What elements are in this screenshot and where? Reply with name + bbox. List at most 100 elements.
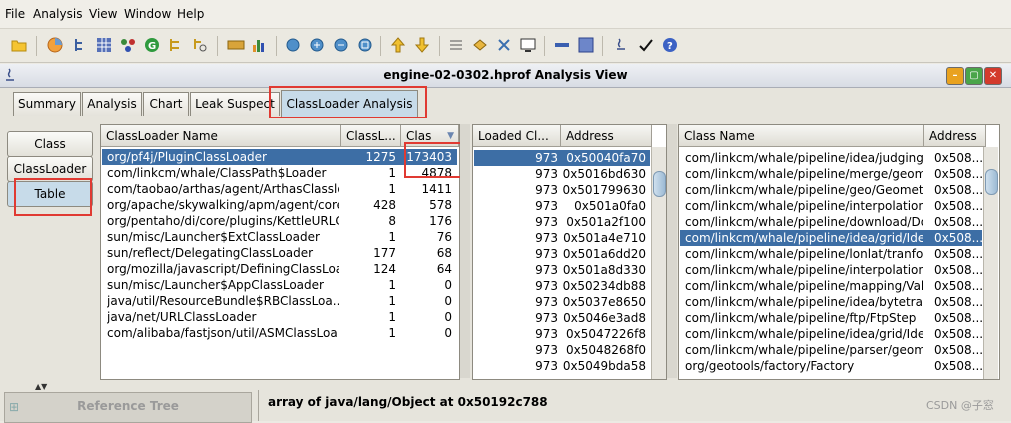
- zoom-fit-icon[interactable]: [356, 36, 374, 54]
- table-row[interactable]: com/linkcm/whale/pipeline/merge/geom/...…: [680, 166, 982, 182]
- table-row[interactable]: com/linkcm/whale/pipeline/mapping/Val...…: [680, 278, 982, 294]
- table-row[interactable]: 973 0x50234db88: [474, 278, 650, 294]
- table-cell: 0x501a8d330: [562, 263, 646, 277]
- hierarchy-icon[interactable]: [167, 36, 185, 54]
- table-row[interactable]: org/apache/skywalking/apm/agent/core/...…: [102, 197, 457, 213]
- zoom-in-icon[interactable]: [308, 36, 326, 54]
- table-row[interactable]: com/alibaba/fastjson/util/ASMClassLoa...…: [102, 325, 457, 341]
- table-row[interactable]: com/linkcm/whale/pipeline/download/Do...…: [680, 214, 982, 230]
- table-row[interactable]: 973 0x501a4e710: [474, 230, 650, 246]
- splitter[interactable]: [667, 124, 677, 378]
- table-row[interactable]: com/linkcm/whale/pipeline/idea/grid/Idea…: [680, 230, 982, 246]
- table-row[interactable]: com/linkcm/whale/pipeline/idea/bytetran/…: [680, 294, 982, 310]
- table-row[interactable]: com/taobao/arthas/agent/ArthasClasslo...…: [102, 181, 457, 197]
- tab-summary[interactable]: Summary: [13, 92, 81, 116]
- list-icon[interactable]: [447, 36, 465, 54]
- help-icon[interactable]: ?: [661, 36, 679, 54]
- grid-icon[interactable]: [95, 36, 113, 54]
- gc-icon[interactable]: G: [143, 36, 161, 54]
- menu-window[interactable]: Window: [124, 7, 171, 21]
- column-header[interactable]: Loaded Cl...: [473, 125, 561, 147]
- check-icon[interactable]: [637, 36, 655, 54]
- table-cell: 973: [535, 295, 558, 309]
- maximize-icon[interactable]: ▢: [965, 67, 983, 85]
- table-row[interactable]: com/linkcm/whale/pipeline/interpolationn…: [680, 262, 982, 278]
- table-row[interactable]: com/linkcm/whale/pipeline/idea/judgingc.…: [680, 150, 982, 166]
- zoom-icon[interactable]: [284, 36, 302, 54]
- table-cell: 76: [436, 230, 452, 244]
- splitter-arrows-icon[interactable]: ▲▼: [35, 382, 47, 391]
- table-row[interactable]: sun/misc/Launcher$ExtClassLoader 1 76: [102, 229, 457, 245]
- table-row[interactable]: com/linkcm/whale/pipeline/idea/grid/Idea…: [680, 326, 982, 342]
- menu-view[interactable]: View: [89, 7, 117, 21]
- link-icon[interactable]: [495, 36, 513, 54]
- class-button[interactable]: Class: [7, 131, 93, 157]
- zoom-out-icon[interactable]: [332, 36, 350, 54]
- table-cell: 1275: [365, 150, 396, 164]
- tab-analysis[interactable]: Analysis: [82, 92, 142, 116]
- tab-chart[interactable]: Chart: [143, 92, 189, 116]
- table-row[interactable]: 973 0x501a2f100: [474, 214, 650, 230]
- scroll-thumb[interactable]: [653, 171, 666, 197]
- table-row[interactable]: 973 0x5016bd630: [474, 166, 650, 182]
- table-row[interactable]: org/mozilla/javascript/DefiningClassLoa.…: [102, 261, 457, 277]
- table-row[interactable]: java/util/ResourceBundle$RBClassLoa... 1 0: [102, 293, 457, 309]
- minimize-icon[interactable]: –: [946, 67, 964, 85]
- splitter[interactable]: [460, 124, 470, 378]
- table-cell: 973: [535, 247, 558, 261]
- table-row[interactable]: com/linkcm/whale/pipeline/interpolation/…: [680, 198, 982, 214]
- table-row[interactable]: com/linkcm/whale/pipeline/ftp/FtpStep 0x5…: [680, 310, 982, 326]
- graph-icon[interactable]: [119, 36, 137, 54]
- table-row[interactable]: 973 0x501a6dd20: [474, 246, 650, 262]
- hierarchy-find-icon[interactable]: [191, 36, 209, 54]
- arrow-up-icon[interactable]: [389, 36, 407, 54]
- table-row[interactable]: com/linkcm/whale/pipeline/parser/geom/..…: [680, 342, 982, 358]
- separator-icon[interactable]: [553, 36, 571, 54]
- pie-icon[interactable]: [46, 36, 64, 54]
- column-header[interactable]: ClassLoader Name: [101, 125, 341, 147]
- memory-icon[interactable]: [227, 36, 245, 54]
- table-row[interactable]: org/geotools/factory/Factory 0x508...: [680, 358, 982, 374]
- table-row[interactable]: 973 0x5047226f8: [474, 326, 650, 342]
- column-header[interactable]: Address: [561, 125, 652, 147]
- table-row[interactable]: sun/misc/Launcher$AppClassLoader 1 0: [102, 277, 457, 293]
- arrow-down-icon[interactable]: [413, 36, 431, 54]
- table-cell: 1: [388, 230, 396, 244]
- highlight-box: [269, 86, 427, 119]
- vertical-scrollbar[interactable]: [651, 147, 666, 379]
- table-row[interactable]: com/linkcm/whale/pipeline/lonlat/tranfor…: [680, 246, 982, 262]
- table-row[interactable]: 973 0x501a0fa0: [474, 198, 650, 214]
- close-icon[interactable]: ✕: [984, 67, 1002, 85]
- table-row[interactable]: java/net/URLClassLoader 1 0: [102, 309, 457, 325]
- table-row[interactable]: sun/reflect/DelegatingClassLoader 177 68: [102, 245, 457, 261]
- table-row[interactable]: 973 0x5048268f0: [474, 342, 650, 358]
- table-row[interactable]: com/linkcm/whale/pipeline/geo/Geometr...…: [680, 182, 982, 198]
- column-header[interactable]: ClassL...: [341, 125, 401, 147]
- bar-chart-icon[interactable]: [250, 36, 268, 54]
- open-icon[interactable]: [10, 36, 28, 54]
- table-row[interactable]: 973 0x501799630: [474, 182, 650, 198]
- table-row[interactable]: 973 0x5046e3ad8: [474, 310, 650, 326]
- window-icon[interactable]: [577, 36, 595, 54]
- vertical-scrollbar[interactable]: [983, 147, 998, 379]
- table-row[interactable]: 973 0x5049bda58: [474, 358, 650, 374]
- table-row[interactable]: 973 0x501a8d330: [474, 262, 650, 278]
- tree-icon[interactable]: [72, 36, 90, 54]
- reference-tree-title[interactable]: Reference Tree: [5, 399, 251, 413]
- table-row[interactable]: 973 0x50040fa70: [474, 150, 650, 166]
- java-icon[interactable]: [612, 36, 630, 54]
- column-header[interactable]: Class Name: [679, 125, 924, 147]
- column-header[interactable]: Address: [924, 125, 986, 147]
- table-cell: 0x508...: [934, 295, 982, 309]
- tab-leak-suspect[interactable]: Leak Suspect: [190, 92, 280, 116]
- scroll-thumb[interactable]: [985, 169, 998, 195]
- object-icon[interactable]: [471, 36, 489, 54]
- table-row[interactable]: org/pentaho/di/core/plugins/KettleURLC..…: [102, 213, 457, 229]
- menu-help[interactable]: Help: [177, 7, 204, 21]
- table-cell: 578: [429, 198, 452, 212]
- table-cell: com/alibaba/fastjson/util/ASMClassLoa...: [107, 326, 339, 340]
- table-row[interactable]: 973 0x5037e8650: [474, 294, 650, 310]
- menu-file[interactable]: File: [5, 7, 25, 21]
- menu-analysis[interactable]: Analysis: [33, 7, 82, 21]
- screen-icon[interactable]: [519, 36, 537, 54]
